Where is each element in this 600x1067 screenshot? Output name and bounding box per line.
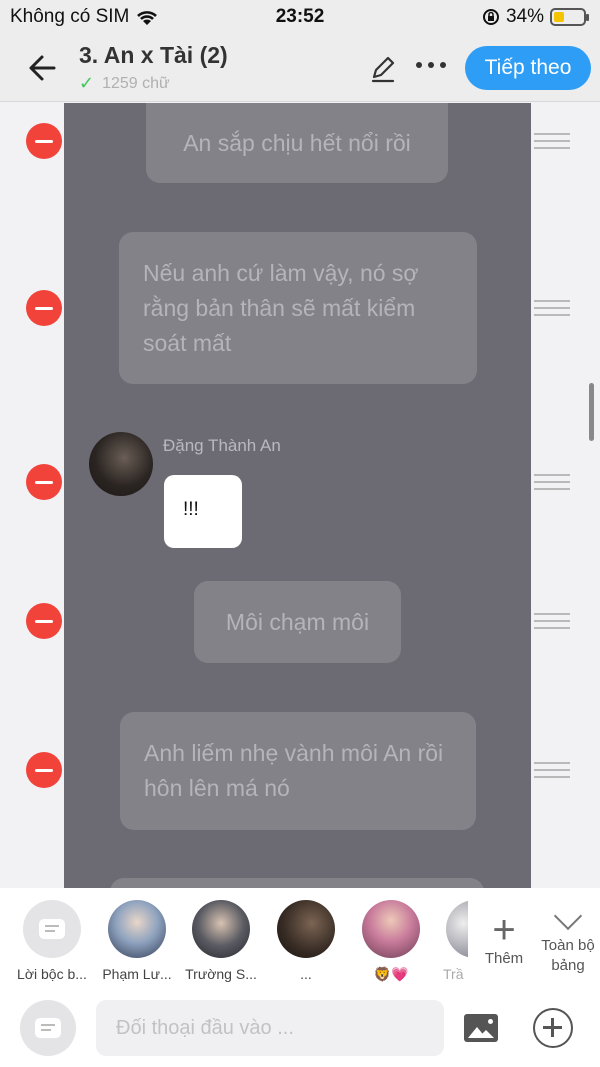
input-row [0, 996, 600, 1060]
drag-handle-icon[interactable] [534, 762, 570, 780]
story-title: 3. An x Tài (2) [79, 42, 228, 68]
text-bubble-icon [35, 1018, 61, 1038]
drag-handle-icon[interactable] [534, 613, 570, 631]
delete-message-button[interactable] [26, 752, 62, 788]
word-count: ✓ 1259 chữ [79, 73, 170, 94]
dialogue-input[interactable] [96, 1000, 444, 1056]
battery-icon [550, 8, 589, 26]
character-avatar [277, 900, 335, 958]
drag-handle-icon[interactable] [534, 474, 570, 492]
character-option[interactable]: Trường S... [181, 900, 261, 982]
add-circle-icon[interactable] [533, 1008, 573, 1048]
orientation-lock-icon [482, 9, 499, 25]
character-option[interactable]: 🦁💗 [351, 900, 431, 983]
back-arrow-icon[interactable] [24, 48, 64, 88]
narration-avatar [23, 900, 81, 958]
character-avatar[interactable] [89, 432, 153, 496]
drag-handle-icon[interactable] [534, 133, 570, 151]
character-narration[interactable]: Lời bộc b... [12, 900, 92, 982]
character-option[interactable]: ... [266, 900, 346, 982]
character-label: Trường S... [185, 966, 257, 982]
narration-bubble[interactable]: Anh liếm nhẹ vành môi An rồi hôn lên má … [120, 712, 476, 830]
character-avatar [446, 900, 468, 958]
text-bubble-icon [39, 919, 65, 939]
status-bar: Không có SIM 23:52 34% [0, 0, 600, 34]
character-option[interactable]: Trầ [428, 900, 468, 982]
message-list[interactable]: An sắp chịu hết nổi rồi Nếu anh cứ làm v… [0, 103, 600, 888]
delete-message-button[interactable] [26, 290, 62, 326]
narration-bubble[interactable]: Môi chạm môi [194, 581, 401, 663]
show-all-label: Toàn bộ bảng [541, 937, 595, 974]
character-avatar [108, 900, 166, 958]
delete-message-button[interactable] [26, 123, 62, 159]
character-avatar [192, 900, 250, 958]
character-name: Đặng Thành An [163, 436, 281, 455]
add-character-button[interactable]: + Thêm [478, 910, 530, 967]
character-avatar [362, 900, 420, 958]
character-option[interactable]: Phạm Lư... [97, 900, 177, 982]
character-label: 🦁💗 [373, 966, 409, 982]
character-label: Lời bộc b... [17, 966, 87, 982]
battery-percent: 34% [505, 6, 544, 27]
image-icon[interactable] [464, 1014, 498, 1042]
drag-handle-icon[interactable] [534, 300, 570, 318]
check-icon: ✓ [79, 73, 95, 93]
status-right: 34% [482, 6, 589, 28]
character-label: Trầ [443, 966, 464, 982]
pencil-icon[interactable] [368, 54, 398, 84]
scrollbar[interactable] [589, 383, 594, 441]
delete-message-button[interactable] [26, 464, 62, 500]
word-count-label: 1259 chữ [102, 74, 170, 92]
dialogue-bubble[interactable]: !!! [164, 475, 242, 548]
narration-bubble[interactable]: An sắp chịu hết nổi rồi [146, 103, 448, 183]
character-label: ... [300, 966, 312, 982]
bottom-panel: Lời bộc b... Phạm Lư... Trường S... ... … [0, 888, 600, 1067]
plus-icon: + [492, 908, 516, 952]
narration-bubble-partial[interactable] [110, 878, 484, 888]
more-options-icon[interactable] [416, 62, 446, 68]
editor-header: 3. An x Tài (2) ✓ 1259 chữ Tiếp theo [0, 34, 600, 102]
narration-toggle-button[interactable] [20, 1000, 76, 1056]
delete-message-button[interactable] [26, 603, 62, 639]
chevron-down-icon [553, 901, 583, 931]
show-all-button[interactable]: Toàn bộ bảng [536, 901, 600, 976]
next-button[interactable]: Tiếp theo [465, 46, 591, 90]
add-character-label: Thêm [484, 950, 524, 967]
character-label: Phạm Lư... [102, 966, 172, 982]
narration-bubble[interactable]: Nếu anh cứ làm vậy, nó sợ rằng bản thân … [119, 232, 477, 384]
